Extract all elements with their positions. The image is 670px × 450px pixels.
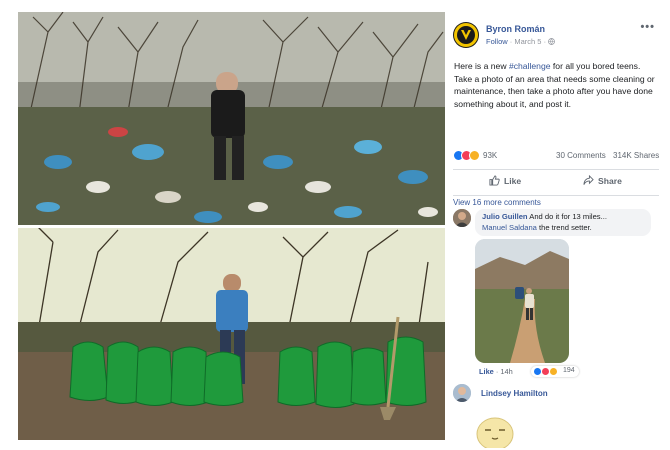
follow-link[interactable]: Follow (486, 37, 508, 46)
comment-time[interactable]: 14h (500, 367, 512, 376)
share-label: Share (598, 175, 622, 186)
comment-meta: Like · 14h 194 (479, 366, 579, 377)
post-photo[interactable] (18, 12, 445, 440)
avatar-logo-icon (454, 23, 478, 47)
comment-photo[interactable] (475, 239, 569, 363)
post-text: Here is a new #challenge for all you bor… (454, 60, 659, 110)
comment-reaction-count: 194 (563, 367, 575, 374)
commenter-avatar[interactable] (453, 384, 471, 402)
globe-icon (548, 38, 556, 45)
post-panel: Byron Román Follow · March 5 · ••• Here … (445, 12, 665, 450)
more-icon[interactable]: ••• (640, 21, 655, 33)
post-date[interactable]: March 5 (514, 37, 541, 46)
sticker-icon (476, 417, 514, 448)
before-after-photo (18, 12, 445, 440)
like-label: Like (504, 175, 522, 186)
hashtag-link[interactable]: #challenge (509, 61, 551, 71)
trail-photo (475, 239, 569, 363)
haha-reaction-icon (549, 367, 558, 376)
avatar-photo-icon (453, 209, 471, 227)
post-header: Byron Román Follow · March 5 · ••• (453, 21, 659, 56)
commenter-name[interactable]: Lindsey Hamilton (481, 389, 548, 398)
divider (453, 169, 659, 170)
shares-count[interactable]: 314K Shares (613, 151, 659, 160)
like-button[interactable]: Like (489, 175, 521, 186)
like-icon (489, 175, 500, 186)
author-name[interactable]: Byron Román (486, 24, 545, 34)
post-meta: Follow · March 5 · (486, 37, 556, 46)
author-avatar[interactable] (453, 22, 479, 48)
reaction-count[interactable]: 93K (483, 151, 497, 160)
commenter-name[interactable]: Julio Guillen (482, 212, 528, 221)
reaction-icons (453, 150, 483, 162)
comment-bubble: Julio Guillen And do it for 13 miles... … (475, 209, 651, 236)
comments-count[interactable]: 30 Comments (556, 151, 606, 160)
view-more-comments-link[interactable]: View 16 more comments (453, 198, 541, 207)
mention-link[interactable]: Manuel Saldana (482, 223, 537, 232)
share-icon (583, 175, 594, 185)
comment-like-link[interactable]: Like (479, 367, 494, 376)
avatar-photo-icon (453, 384, 471, 402)
wow-reaction-icon (469, 150, 480, 161)
comment-reactions[interactable]: 194 (531, 366, 579, 377)
post-actions: Like Share (453, 172, 659, 194)
reaction-summary[interactable]: 93K 30 Comments 314K Shares (453, 150, 661, 164)
divider-2 (453, 195, 659, 196)
share-button[interactable]: Share (583, 175, 622, 186)
comment-text: And do it for 13 miles... (527, 212, 607, 221)
comment-text-suffix: the trend setter. (536, 222, 592, 232)
post-text-before: Here is a new (454, 61, 509, 71)
commenter-avatar[interactable] (453, 209, 471, 227)
